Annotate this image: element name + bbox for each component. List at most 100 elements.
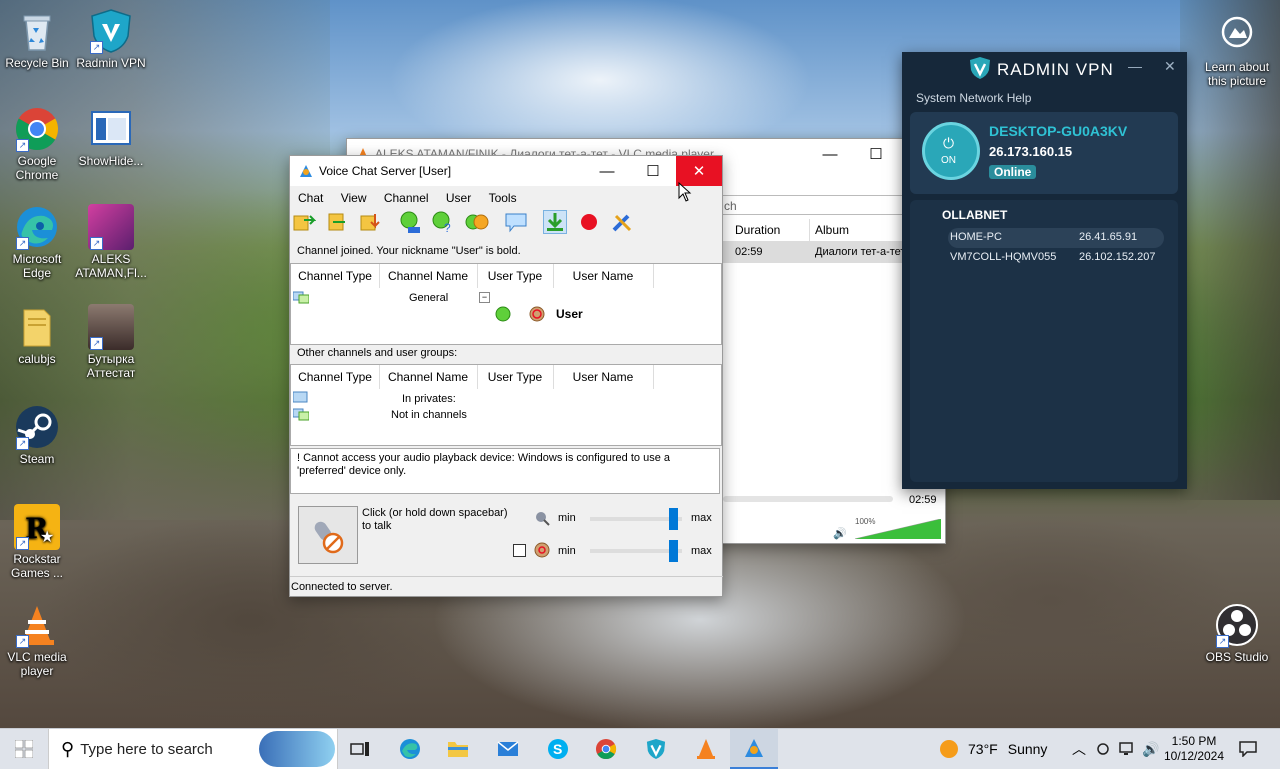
desktop-icon-obs[interactable]: ↗ OBS Studio xyxy=(1198,602,1276,664)
chevron-up-icon[interactable]: ︿ xyxy=(1068,729,1090,769)
desktop-icon-recycle-bin[interactable]: Recycle Bin xyxy=(0,8,76,70)
desktop-icon-rockstar[interactable]: R ★ ↗ Rockstar Games ... xyxy=(0,504,76,580)
search-highlight-image[interactable] xyxy=(259,731,335,767)
vlc-seek-bar[interactable] xyxy=(723,496,893,502)
radmin-shield-icon xyxy=(969,56,991,80)
desktop-icon-calubjs[interactable]: calubjs xyxy=(0,304,76,366)
taskbar-skype-icon[interactable]: S xyxy=(540,729,576,769)
desktop-icon-showhide[interactable]: ShowHide... xyxy=(72,106,150,168)
user-name-bold[interactable]: User xyxy=(556,307,583,321)
channel-list[interactable]: Channel Type Channel Name User Type User… xyxy=(290,263,722,345)
power-icon: ⏻ xyxy=(943,135,955,151)
volume-tray-icon[interactable]: 🔊 xyxy=(1140,729,1162,769)
taskbar: ⚲ Type here to search S 73°F Sunny ︿ 🔊 1… xyxy=(0,728,1280,769)
vlc-cone-icon: ↗ xyxy=(14,602,60,648)
voice-maximize-button[interactable]: ☐ xyxy=(630,156,676,186)
notification-icon[interactable] xyxy=(1232,729,1264,769)
radmin-close-button[interactable]: ✕ xyxy=(1164,58,1176,75)
radmin-network-name[interactable]: OLLABNET xyxy=(942,208,1007,222)
start-button[interactable] xyxy=(0,729,48,769)
desktop-icon-label: VLC media player xyxy=(7,650,67,678)
users-group-icon[interactable] xyxy=(465,210,489,234)
vlc-volume-slider[interactable] xyxy=(854,518,942,540)
menu-tools[interactable]: Tools xyxy=(489,189,517,207)
vlc-col-album[interactable]: Album xyxy=(815,223,849,237)
radmin-menu-system[interactable]: System xyxy=(916,91,956,105)
radmin-menu-network[interactable]: Network xyxy=(959,91,1003,105)
col-channel-type[interactable]: Channel Type xyxy=(291,365,380,389)
desktop-icon-vlc[interactable]: ↗ VLC media player xyxy=(0,602,76,678)
menu-chat[interactable]: Chat xyxy=(298,189,323,207)
col-user-type[interactable]: User Type xyxy=(477,365,554,389)
taskbar-mail-icon[interactable] xyxy=(490,729,526,769)
channel-name-general[interactable]: General xyxy=(409,292,448,304)
col-user-name[interactable]: User Name xyxy=(553,264,654,288)
not-in-channels-label[interactable]: Not in channels xyxy=(391,409,467,421)
collapse-toggle[interactable]: − xyxy=(479,292,490,303)
radmin-vpn-window[interactable]: RADMIN VPN — ✕ System Network Help ⏻ ON … xyxy=(902,52,1187,489)
desktop-icon-learn-picture[interactable]: Learn about this picture xyxy=(1198,12,1276,88)
user-info-icon[interactable] xyxy=(398,210,422,234)
message-icon[interactable] xyxy=(504,210,528,234)
menu-channel[interactable]: Channel xyxy=(384,189,429,207)
edge-icon: ↗ xyxy=(14,204,60,250)
speaker-icon[interactable]: 🔊 xyxy=(833,527,847,540)
menu-user[interactable]: User xyxy=(446,189,471,207)
leave-channel-icon[interactable] xyxy=(325,210,349,234)
settings-tools-icon[interactable] xyxy=(610,210,634,234)
taskbar-search-box[interactable]: ⚲ Type here to search xyxy=(48,729,338,769)
mic-slider-thumb[interactable] xyxy=(669,508,678,530)
voice-minimize-button[interactable]: — xyxy=(584,156,630,186)
taskbar-radmin-icon[interactable] xyxy=(638,729,674,769)
col-channel-name[interactable]: Channel Name xyxy=(379,264,478,288)
taskbar-edge-icon[interactable] xyxy=(392,729,428,769)
network-tray-icon[interactable] xyxy=(1116,729,1138,769)
record-icon[interactable] xyxy=(577,210,601,234)
playback-slider-thumb[interactable] xyxy=(669,540,678,562)
playback-volume-slider[interactable] xyxy=(590,540,682,562)
col-user-name[interactable]: User Name xyxy=(553,365,654,389)
push-to-talk-button[interactable] xyxy=(298,506,358,564)
desktop-icon-edge[interactable]: ↗ Microsoft Edge xyxy=(0,204,76,280)
voice-titlebar[interactable]: Voice Chat Server [User] — ☐ ✕ xyxy=(290,156,722,186)
vlc-minimize-button[interactable]: — xyxy=(807,139,853,169)
radmin-hostname: DESKTOP-GU0A3KV xyxy=(989,123,1128,139)
svg-text:S: S xyxy=(553,741,562,757)
col-user-type[interactable]: User Type xyxy=(477,264,554,288)
radmin-menu-help[interactable]: Help xyxy=(1007,91,1032,105)
audio-error-text: ! Cannot access your audio playback devi… xyxy=(297,452,670,477)
radmin-minimize-button[interactable]: — xyxy=(1128,58,1142,74)
desktop-icon-chrome[interactable]: ↗ Google Chrome xyxy=(0,106,76,182)
taskbar-chrome-icon[interactable] xyxy=(588,729,624,769)
task-view-icon[interactable] xyxy=(342,729,378,769)
col-channel-type[interactable]: Channel Type xyxy=(291,264,380,288)
power-button[interactable]: ⏻ ON xyxy=(922,122,980,180)
download-icon[interactable] xyxy=(543,210,568,234)
in-privates-label[interactable]: In privates: xyxy=(402,393,456,405)
webcam-tray-icon[interactable] xyxy=(1092,729,1114,769)
mute-playback-checkbox[interactable] xyxy=(513,544,526,557)
desktop-icon-aleks-ataman[interactable]: ↗ ALEKS ATAMAN,Fl... xyxy=(72,204,150,280)
download-channel-icon[interactable] xyxy=(359,210,383,234)
weather-widget[interactable]: 73°F Sunny xyxy=(940,729,1070,769)
vlc-col-duration[interactable]: Duration xyxy=(735,223,780,237)
mic-volume-slider[interactable] xyxy=(590,508,682,530)
microphone-gain-icon xyxy=(534,510,550,529)
desktop-icon-butyrka[interactable]: ↗ Бутырка Аттестат xyxy=(72,304,150,380)
desktop-icon-steam[interactable]: ↗ Steam xyxy=(0,404,76,466)
radmin-peer-row[interactable]: HOME-PC 26.41.65.91 xyxy=(948,228,1164,248)
taskbar-file-explorer-icon[interactable] xyxy=(440,729,476,769)
join-channel-icon[interactable] xyxy=(292,210,317,234)
radmin-peer-row[interactable]: VM7COLL-HQMV055 26.102.152.207 xyxy=(948,248,1180,268)
col-channel-name[interactable]: Channel Name xyxy=(379,365,478,389)
voice-chat-window[interactable]: Voice Chat Server [User] — ☐ ✕ Chat View… xyxy=(289,155,723,597)
radmin-menubar: System Network Help xyxy=(916,91,1031,105)
other-channels-list[interactable]: Channel Type Channel Name User Type User… xyxy=(290,364,722,446)
clock[interactable]: 1:50 PM 10/12/2024 xyxy=(1162,729,1226,769)
taskbar-voice-chat-icon[interactable] xyxy=(730,729,778,769)
desktop-icon-radmin-vpn[interactable]: ↗ Radmin VPN xyxy=(72,8,150,70)
menu-view[interactable]: View xyxy=(341,189,367,207)
taskbar-vlc-icon[interactable] xyxy=(688,729,724,769)
user-help-icon[interactable]: ? xyxy=(431,210,455,235)
vlc-maximize-button[interactable]: ☐ xyxy=(853,139,899,169)
